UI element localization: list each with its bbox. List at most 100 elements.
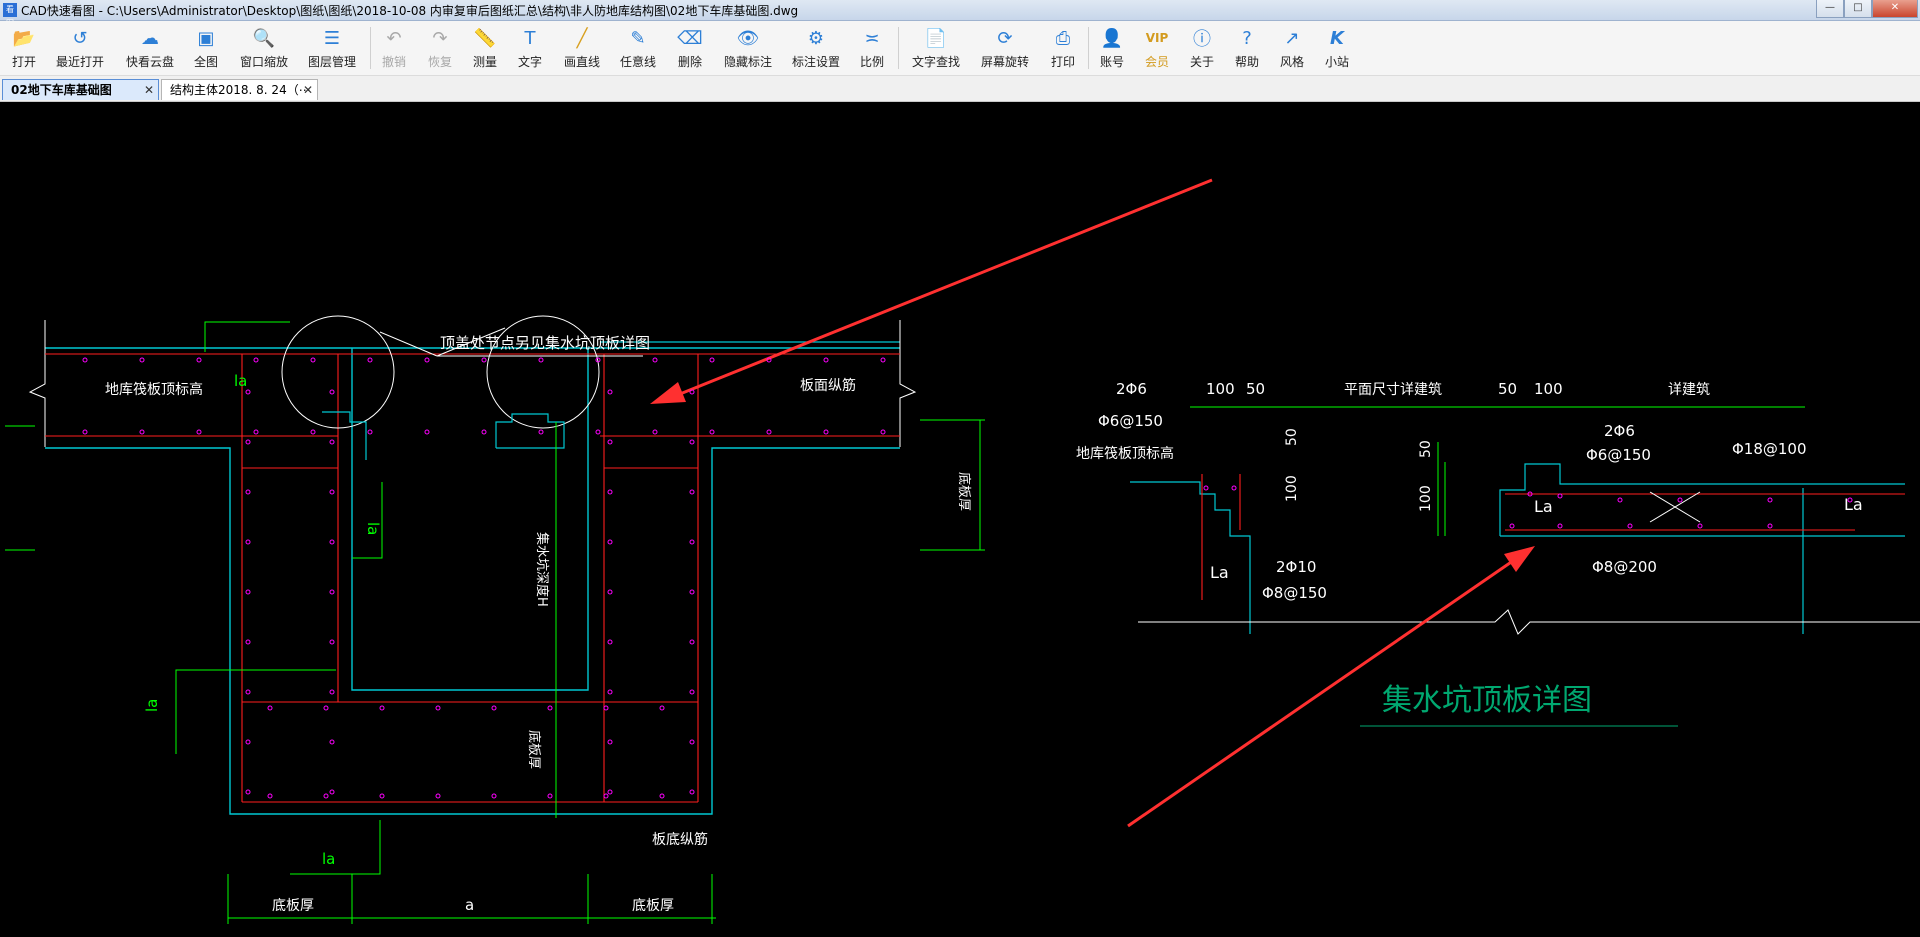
rebar-dot bbox=[329, 539, 335, 545]
rebar-dot bbox=[709, 357, 715, 363]
hide-annotation-button[interactable]: 👁 隐藏标注 bbox=[720, 21, 776, 75]
close-tab-icon[interactable]: ✕ bbox=[303, 80, 313, 100]
info-icon: ⓘ bbox=[1193, 29, 1211, 50]
tab-structure-main[interactable]: 结构主体2018. 8. 24（⋯ ✕ bbox=[161, 79, 318, 100]
rebar-dot bbox=[689, 539, 695, 545]
rebar-label: 2Φ10 bbox=[1276, 558, 1316, 576]
rebar-dot bbox=[538, 429, 544, 435]
rebar-dot bbox=[139, 429, 145, 435]
rebar-dot bbox=[595, 429, 601, 435]
mini-site-button[interactable]: K 小站 bbox=[1321, 21, 1353, 75]
rebar-dot bbox=[689, 739, 695, 745]
draw-line-button[interactable]: ╱ 画直线 bbox=[560, 21, 604, 75]
bottom-rebar-label: 板底纵筋 bbox=[652, 831, 708, 848]
rebar-dot bbox=[82, 357, 88, 363]
rotate-icon: ⟳ bbox=[997, 27, 1013, 49]
annotation-arrows bbox=[650, 178, 1535, 828]
rebar-dot bbox=[1677, 497, 1683, 503]
rebar-dot bbox=[689, 689, 695, 695]
scale-icon: ≍ bbox=[864, 27, 880, 49]
rebar-dot bbox=[329, 389, 335, 395]
text-icon: T bbox=[524, 27, 536, 49]
pit-depth-label: 集水坑深度H bbox=[534, 532, 550, 607]
rebar-dot bbox=[253, 429, 259, 435]
close-button[interactable]: ✕ bbox=[1872, 0, 1918, 18]
rebar-dot bbox=[689, 589, 695, 595]
style-button[interactable]: ↗ 风格 bbox=[1276, 21, 1308, 75]
line-icon: ╱ bbox=[576, 27, 588, 49]
rebar-dot bbox=[435, 793, 441, 799]
rebar-dot bbox=[607, 439, 613, 445]
callout-leader bbox=[379, 331, 438, 357]
la-label: La bbox=[1210, 563, 1229, 582]
red-arrow-head bbox=[1504, 546, 1535, 572]
rebar-dot bbox=[245, 439, 251, 445]
rebar-dot bbox=[245, 639, 251, 645]
history-icon: ↺ bbox=[72, 27, 88, 49]
help-button[interactable]: ? 帮助 bbox=[1231, 21, 1263, 75]
cad-drawing: 顶盖处节点另见集水坑顶板详图 地库筏板顶标高 板面纵筋 板底纵筋 集水坑深度H … bbox=[5, 178, 1920, 924]
maximize-button[interactable]: □ bbox=[1844, 0, 1872, 18]
close-tab-icon[interactable]: ✕ bbox=[144, 80, 154, 100]
dim-label: 50 bbox=[1498, 380, 1517, 398]
undo-button[interactable]: ↶ 撤销 bbox=[378, 21, 410, 75]
slab-top-label: 地库筏板顶标高 bbox=[1076, 445, 1174, 462]
rebar-dot bbox=[652, 357, 658, 363]
rebar-dot bbox=[267, 705, 273, 711]
annotation-settings-button[interactable]: ⚙ 标注设置 bbox=[788, 21, 844, 75]
drawing-canvas[interactable]: 顶盖处节点另见集水坑顶板详图 地库筏板顶标高 板面纵筋 板底纵筋 集水坑深度H … bbox=[0, 102, 1920, 932]
recent-open-button[interactable]: ↺ 最近打开 bbox=[52, 21, 108, 75]
bar-label: Φ6@150 bbox=[1586, 446, 1651, 464]
rebar-dot bbox=[652, 429, 658, 435]
scale-button[interactable]: ≍ 比例 bbox=[856, 21, 888, 75]
layers-icon: ☰ bbox=[323, 27, 341, 49]
rebar-dot bbox=[607, 739, 613, 745]
rebar-dot bbox=[367, 429, 373, 435]
rebar-dot bbox=[245, 389, 251, 395]
redo-button[interactable]: ↷ 恢复 bbox=[424, 21, 456, 75]
tab-basement-foundation[interactable]: 02地下车库基础图 ✕ bbox=[2, 79, 159, 100]
account-button[interactable]: 👤 账号 bbox=[1096, 21, 1128, 75]
rebar-dot bbox=[1557, 493, 1563, 499]
minimize-button[interactable]: — bbox=[1816, 0, 1844, 18]
la-label: La bbox=[1844, 495, 1863, 514]
text-button[interactable]: T 文字 bbox=[514, 21, 546, 75]
rebar-dot bbox=[253, 357, 259, 363]
about-button[interactable]: ⓘ 关于 bbox=[1186, 21, 1218, 75]
dim-label: 底板厚 bbox=[272, 898, 314, 914]
full-view-button[interactable]: ▣ 全图 bbox=[190, 21, 222, 75]
open-button[interactable]: 📂 打开 bbox=[6, 21, 42, 75]
eye-icon: 👁 bbox=[736, 27, 760, 49]
pit-bottom-thickness-label: 底板厚 bbox=[526, 730, 542, 769]
callout-text: 顶盖处节点另见集水坑顶板详图 bbox=[440, 334, 650, 352]
rebar-dot bbox=[329, 589, 335, 595]
break-line bbox=[899, 320, 917, 447]
rebar-dot bbox=[82, 429, 88, 435]
vip-button[interactable]: VIP 会员 bbox=[1141, 21, 1173, 75]
measure-button[interactable]: 📏 测量 bbox=[469, 21, 501, 75]
rebar-dot bbox=[659, 705, 665, 711]
la-label: la bbox=[234, 372, 247, 390]
rebar-dot bbox=[766, 429, 772, 435]
rebar-dot bbox=[547, 793, 553, 799]
rebar-dot bbox=[607, 589, 613, 595]
rebar-dot bbox=[245, 739, 251, 745]
zoom-window-icon: 🔍 bbox=[252, 27, 276, 49]
rebar-dot bbox=[267, 793, 273, 799]
find-text-icon: 📄 bbox=[924, 27, 948, 49]
rebar-dot bbox=[323, 793, 329, 799]
freehand-line-button[interactable]: ✎ 任意线 bbox=[616, 21, 660, 75]
delete-button[interactable]: ⌫ 删除 bbox=[674, 21, 706, 75]
print-button[interactable]: ⎙ 打印 bbox=[1047, 21, 1079, 75]
dim-label: 100 bbox=[1284, 475, 1300, 502]
la-label: la bbox=[364, 522, 382, 535]
pit-section-detail: 顶盖处节点另见集水坑顶板详图 地库筏板顶标高 板面纵筋 板底纵筋 集水坑深度H … bbox=[5, 315, 985, 924]
app-icon: 看图 bbox=[3, 3, 17, 28]
layer-manager-button[interactable]: ☰ 图层管理 bbox=[304, 21, 360, 75]
eraser-icon: ⌫ bbox=[677, 27, 703, 49]
cloud-drive-button[interactable]: ☁ 快看云盘 bbox=[122, 21, 178, 75]
rotate-screen-button[interactable]: ⟳ 屏幕旋转 bbox=[977, 21, 1033, 75]
window-zoom-button[interactable]: 🔍 窗口缩放 bbox=[236, 21, 292, 75]
rebar-dot bbox=[196, 429, 202, 435]
find-text-button[interactable]: 📄 文字查找 bbox=[908, 21, 964, 75]
